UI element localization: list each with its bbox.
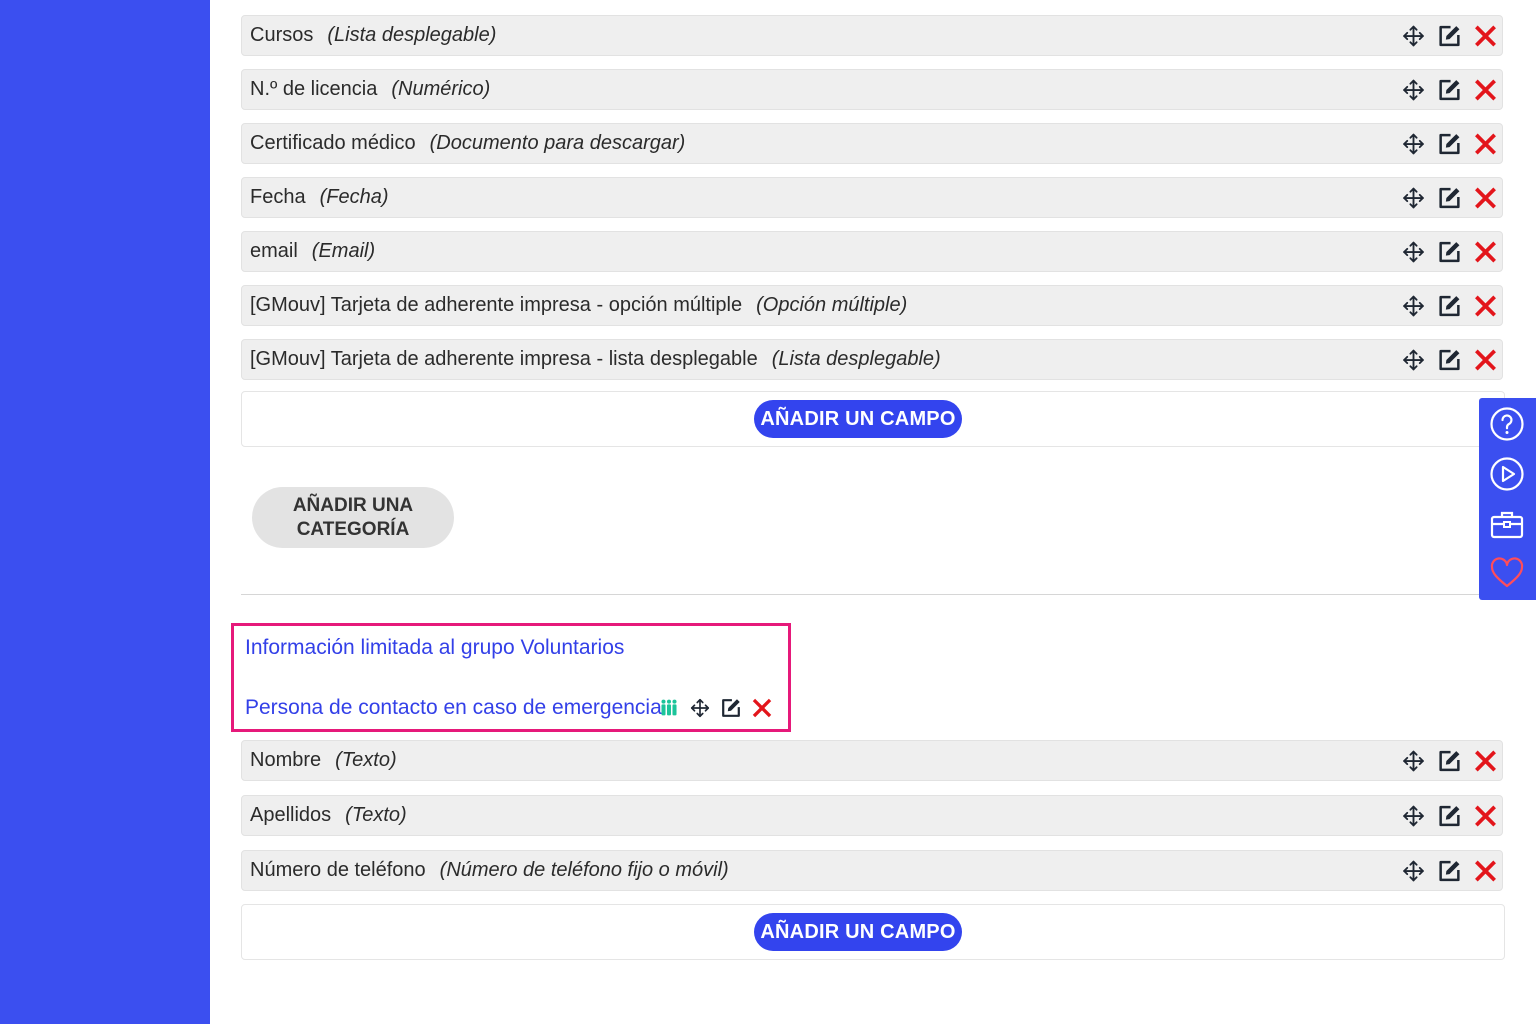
edit-icon[interactable]	[1437, 803, 1462, 828]
delete-icon[interactable]	[1473, 858, 1498, 883]
row-actions	[1401, 347, 1498, 372]
move-icon[interactable]	[1401, 293, 1426, 318]
move-icon[interactable]	[1401, 131, 1426, 156]
row-actions	[1401, 858, 1498, 883]
delete-icon[interactable]	[1473, 803, 1498, 828]
field-type: (Número de teléfono fijo o móvil)	[439, 859, 729, 881]
help-icon[interactable]	[1489, 406, 1525, 442]
field-type: (Documento para descargar)	[429, 132, 686, 154]
delete-icon[interactable]	[1473, 77, 1498, 102]
edit-icon[interactable]	[1437, 347, 1462, 372]
edit-icon[interactable]	[1437, 239, 1462, 264]
main-content: Cursos (Lista desplegable) N.º de licenc…	[231, 0, 1505, 1024]
add-field-button[interactable]: AÑADIR UN CAMPO	[754, 400, 962, 438]
field-row[interactable]: Número de teléfono (Número de teléfono f…	[241, 850, 1503, 891]
add-field-container: AÑADIR UN CAMPO	[241, 391, 1505, 447]
field-row[interactable]: [GMouv] Tarjeta de adherente impresa - l…	[241, 339, 1503, 380]
add-field-button[interactable]: AÑADIR UN CAMPO	[754, 913, 962, 951]
add-field-container: AÑADIR UN CAMPO	[241, 904, 1505, 960]
field-type: (Numérico)	[391, 78, 491, 100]
edit-icon[interactable]	[1437, 748, 1462, 773]
field-row[interactable]: Nombre (Texto)	[241, 740, 1503, 781]
row-actions	[1401, 185, 1498, 210]
category-header-highlight: Información limitada al grupo Voluntario…	[231, 623, 791, 732]
play-icon[interactable]	[1489, 456, 1525, 492]
help-side-panel	[1479, 398, 1536, 600]
field-name: [GMouv] Tarjeta de adherente impresa - o…	[250, 294, 743, 316]
edit-icon[interactable]	[1437, 858, 1462, 883]
toolbox-icon[interactable]	[1489, 506, 1525, 542]
field-name: Fecha	[250, 186, 306, 208]
field-name: [GMouv] Tarjeta de adherente impresa - l…	[250, 348, 758, 370]
field-row[interactable]: Fecha (Fecha)	[241, 177, 1503, 218]
move-icon[interactable]	[1401, 858, 1426, 883]
edit-icon[interactable]	[720, 697, 742, 719]
move-icon[interactable]	[1401, 239, 1426, 264]
row-actions	[1401, 77, 1498, 102]
field-row[interactable]: email (Email)	[241, 231, 1503, 272]
edit-icon[interactable]	[1437, 23, 1462, 48]
row-actions	[1401, 293, 1498, 318]
move-icon[interactable]	[689, 697, 711, 719]
field-name: Nombre	[250, 749, 322, 771]
edit-icon[interactable]	[1437, 77, 1462, 102]
move-icon[interactable]	[1401, 347, 1426, 372]
field-name: Número de teléfono	[250, 859, 426, 881]
move-icon[interactable]	[1401, 748, 1426, 773]
field-type: (Texto)	[335, 749, 397, 771]
field-type: (Fecha)	[319, 186, 389, 208]
row-actions	[1401, 131, 1498, 156]
section-divider	[241, 594, 1505, 595]
delete-icon[interactable]	[751, 697, 773, 719]
edit-icon[interactable]	[1437, 185, 1462, 210]
restricted-group-note: Información limitada al grupo Voluntario…	[245, 636, 625, 659]
delete-icon[interactable]	[1473, 239, 1498, 264]
left-sidebar	[0, 0, 210, 1024]
delete-icon[interactable]	[1473, 748, 1498, 773]
delete-icon[interactable]	[1473, 347, 1498, 372]
field-row[interactable]: N.º de licencia (Numérico)	[241, 69, 1503, 110]
field-type: (Lista desplegable)	[327, 24, 497, 46]
field-row[interactable]: Apellidos (Texto)	[241, 795, 1503, 836]
move-icon[interactable]	[1401, 185, 1426, 210]
field-name: N.º de licencia	[250, 78, 378, 100]
field-type: (Texto)	[345, 804, 407, 826]
row-actions	[1401, 239, 1498, 264]
field-name: Apellidos	[250, 804, 332, 826]
edit-icon[interactable]	[1437, 293, 1462, 318]
heart-icon[interactable]	[1489, 555, 1525, 591]
field-type: (Opción múltiple)	[756, 294, 908, 316]
field-row[interactable]: Cursos (Lista desplegable)	[241, 15, 1503, 56]
field-name: Certificado médico	[250, 132, 416, 154]
delete-icon[interactable]	[1473, 131, 1498, 156]
field-type: (Email)	[311, 240, 376, 262]
move-icon[interactable]	[1401, 803, 1426, 828]
category-actions	[658, 697, 773, 719]
edit-icon[interactable]	[1437, 131, 1462, 156]
field-type: (Lista desplegable)	[771, 348, 941, 370]
row-actions	[1401, 803, 1498, 828]
field-name: email	[250, 240, 298, 262]
move-icon[interactable]	[1401, 77, 1426, 102]
delete-icon[interactable]	[1473, 185, 1498, 210]
field-row[interactable]: [GMouv] Tarjeta de adherente impresa - o…	[241, 285, 1503, 326]
delete-icon[interactable]	[1473, 23, 1498, 48]
field-name: Cursos	[250, 24, 314, 46]
group-icon[interactable]	[658, 697, 680, 719]
category-title[interactable]: Persona de contacto en caso de emergenci…	[245, 696, 662, 720]
move-icon[interactable]	[1401, 23, 1426, 48]
row-actions	[1401, 23, 1498, 48]
delete-icon[interactable]	[1473, 293, 1498, 318]
row-actions	[1401, 748, 1498, 773]
add-category-button[interactable]: AÑADIR UNA CATEGORÍA	[252, 487, 454, 548]
field-row[interactable]: Certificado médico (Documento para desca…	[241, 123, 1503, 164]
